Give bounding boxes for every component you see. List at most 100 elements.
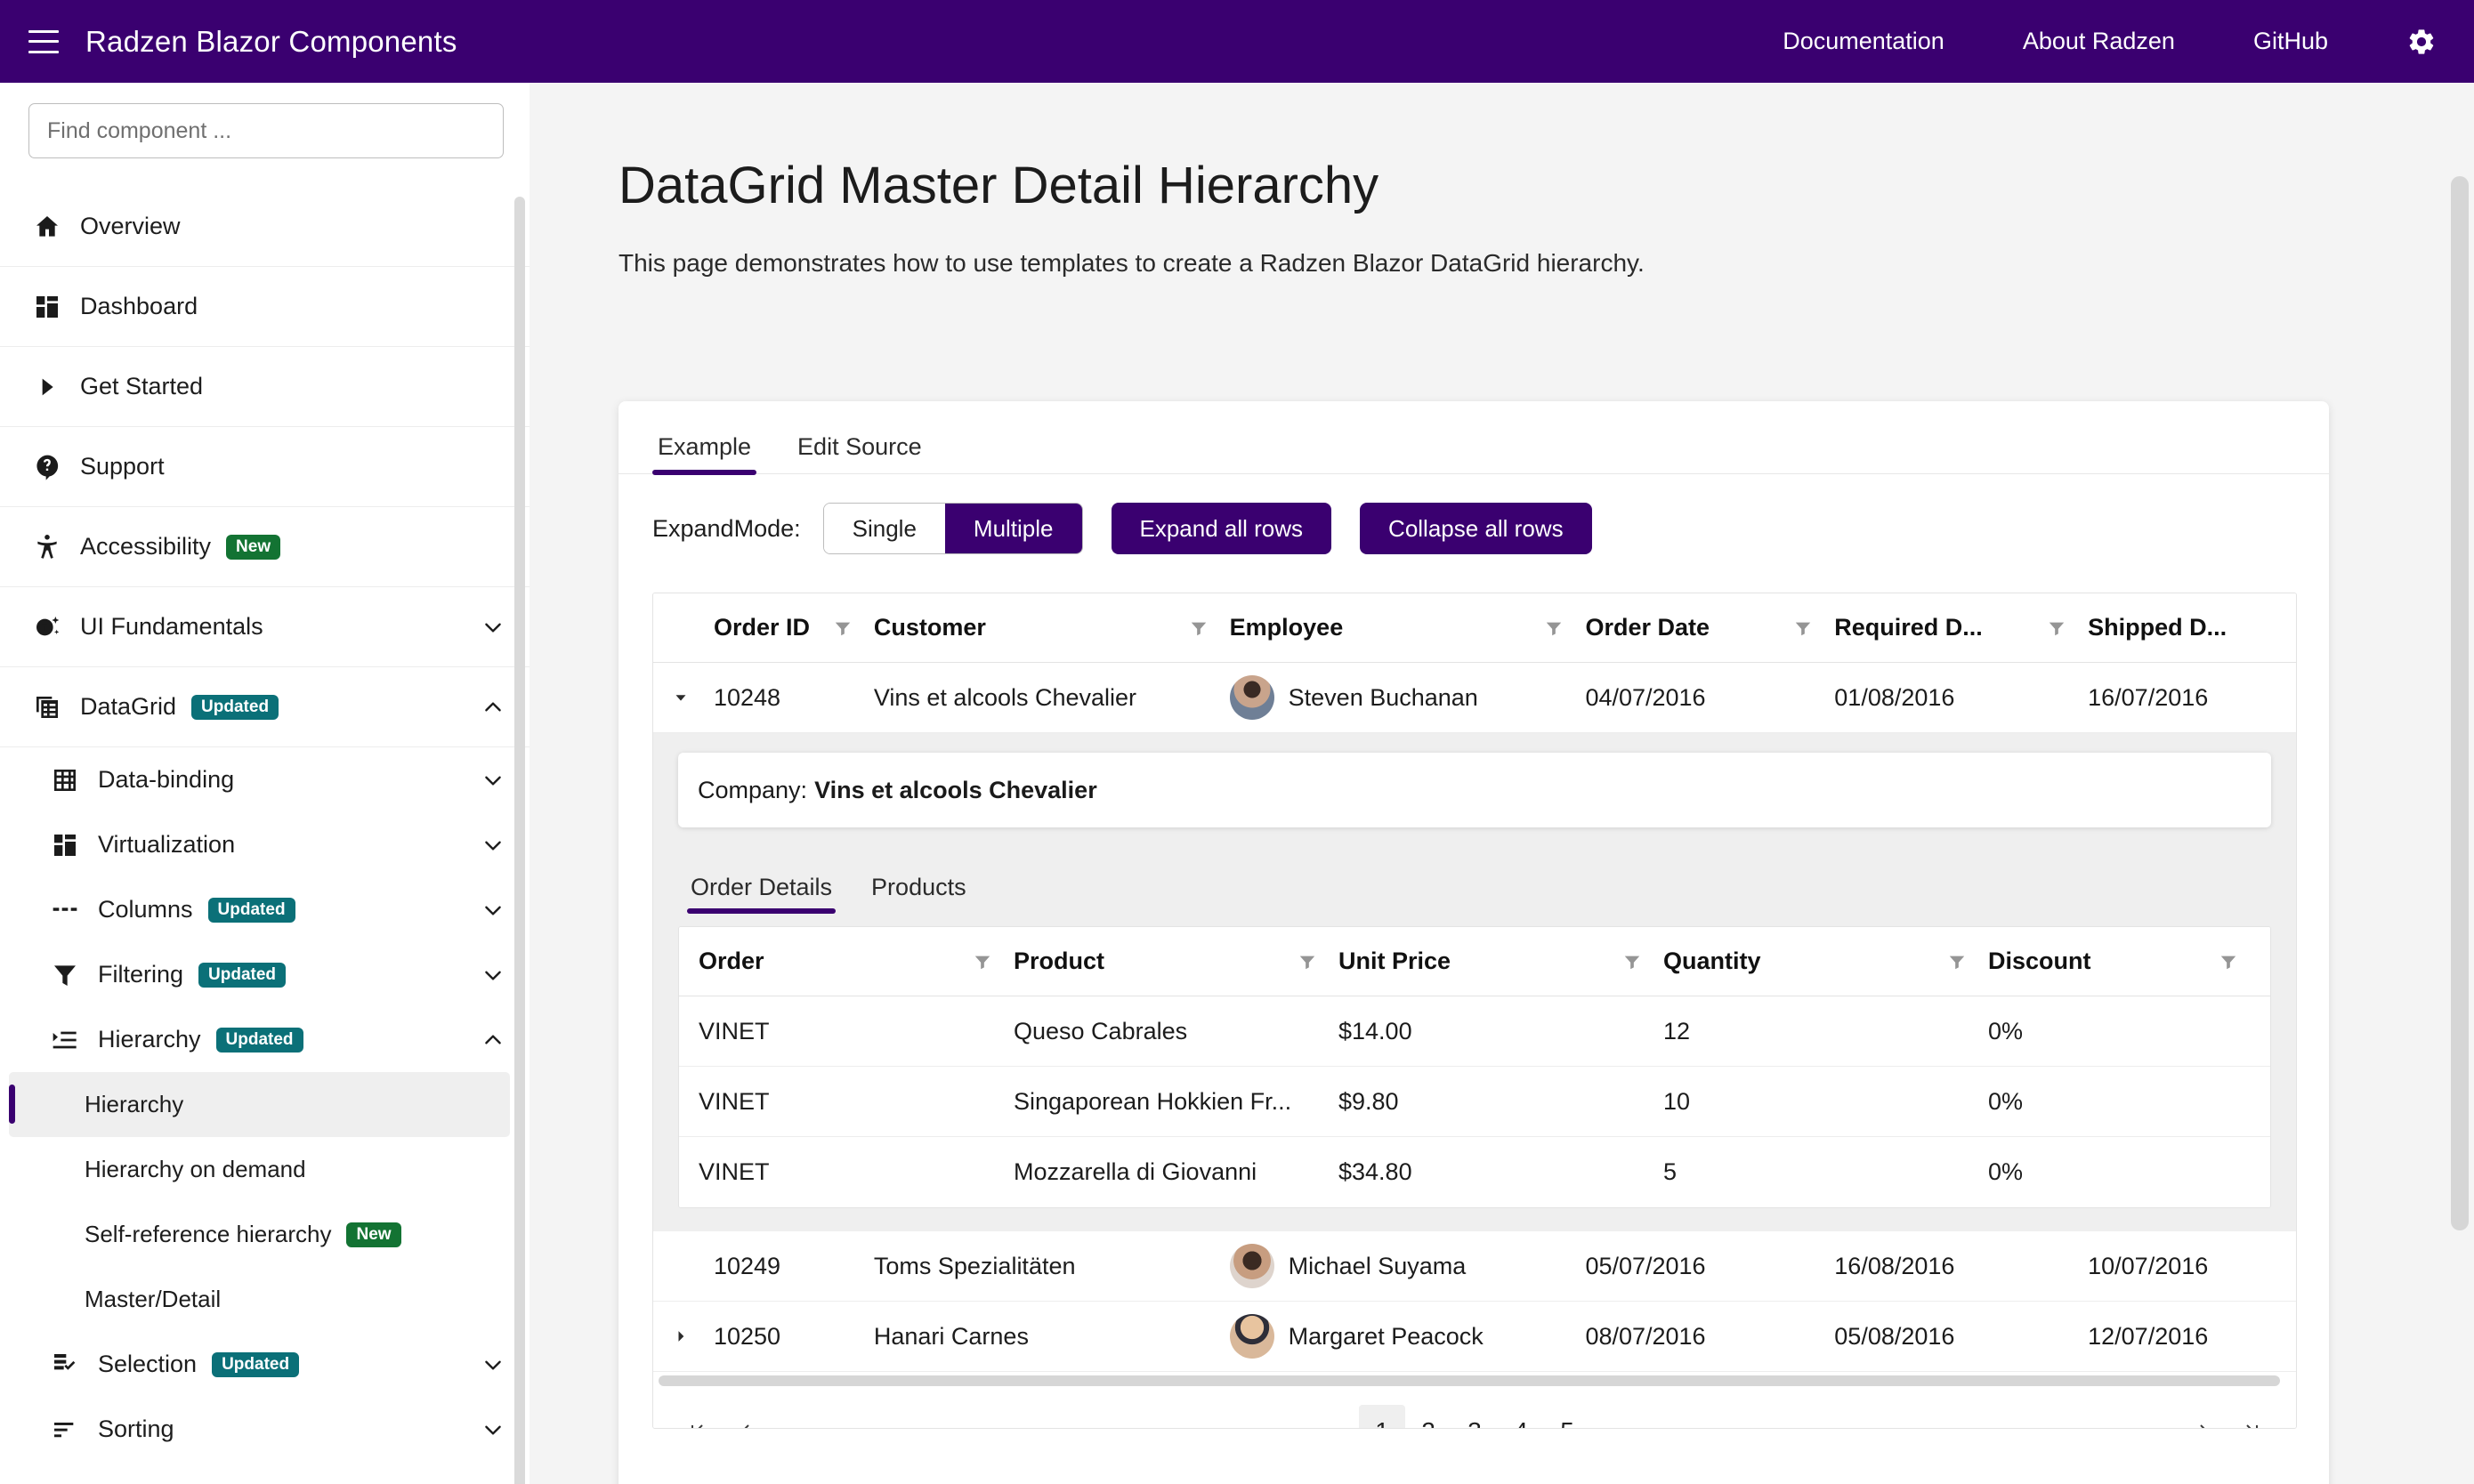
cell-employee: Michael Suyama	[1225, 1231, 1581, 1301]
table-row[interactable]: 10249 Toms Spezialitäten Michael Suyama …	[653, 1231, 2296, 1302]
sidebar-item-sorting[interactable]: Sorting	[0, 1397, 530, 1462]
tab-order-details[interactable]: Order Details	[687, 868, 837, 914]
grid-scroll-thumb[interactable]	[659, 1375, 2280, 1386]
filter-icon[interactable]	[833, 618, 853, 638]
cell-required-date: 01/08/2016	[1834, 683, 1955, 711]
column-header-product[interactable]: Product	[1008, 927, 1333, 996]
sidebar-scrollbar[interactable]	[514, 197, 525, 1484]
employee-name: Margaret Peacock	[1288, 1322, 1484, 1350]
sidebar-item-master-detail[interactable]: Master/Detail	[0, 1267, 530, 1332]
sidebar-item-self-reference-hierarchy[interactable]: Self-reference hierarchy New	[0, 1202, 530, 1267]
cell-order-date: 08/07/2016	[1585, 1322, 1706, 1350]
master-header-row: Order ID Customer Employee Order Date Re…	[653, 593, 2296, 663]
column-header-required-date[interactable]: Required D...	[1829, 593, 2082, 662]
filter-icon[interactable]	[1298, 952, 1317, 972]
row-expand-toggle[interactable]	[653, 688, 708, 707]
sidebar-item-filtering[interactable]: Filtering Updated	[0, 942, 530, 1007]
filter-icon[interactable]	[1793, 618, 1813, 638]
column-header-unit-price[interactable]: Unit Price	[1333, 927, 1658, 996]
chevron-down-icon[interactable]	[481, 834, 505, 857]
table-row[interactable]: VINET Queso Cabrales $14.00 12 0%	[679, 996, 2270, 1067]
column-header-order-date[interactable]: Order Date	[1580, 593, 1829, 662]
sidebar-item-virtualization[interactable]: Virtualization	[0, 812, 530, 877]
sidebar-item-hierarchy[interactable]: Hierarchy	[9, 1072, 510, 1137]
filter-icon[interactable]	[2047, 618, 2066, 638]
cell-order: VINET	[699, 1017, 770, 1044]
chevron-down-icon[interactable]	[481, 769, 505, 792]
hierarchy-icon	[50, 1025, 80, 1055]
cell-order-id: 10248	[713, 683, 781, 711]
sidebar-item-label: Columns	[98, 896, 193, 923]
page-number[interactable]: 1	[1359, 1405, 1405, 1428]
column-header-customer[interactable]: Customer	[869, 593, 1225, 662]
chevron-down-icon[interactable]	[481, 1353, 505, 1376]
column-header-discount[interactable]: Discount	[1983, 927, 2254, 996]
chevron-down-icon[interactable]	[481, 1418, 505, 1441]
column-header-shipped-date[interactable]: Shipped D...	[2082, 593, 2296, 662]
filter-icon[interactable]	[2219, 952, 2238, 972]
sidebar-item-accessibility[interactable]: Accessibility New	[0, 507, 530, 587]
page-number[interactable]: 2	[1405, 1405, 1451, 1428]
sidebar-item-hierarchy[interactable]: Hierarchy Updated	[0, 1007, 530, 1072]
sidebar-item-overview[interactable]: Overview	[0, 187, 530, 267]
filter-icon[interactable]	[1189, 618, 1209, 638]
sidebar-item-get-started[interactable]: Get Started	[0, 347, 530, 427]
search-input[interactable]	[28, 103, 504, 158]
column-header-order[interactable]: Order	[679, 927, 1008, 996]
row-expand-toggle[interactable]	[653, 1327, 708, 1345]
grid-horizontal-scrollbar[interactable]	[653, 1372, 2296, 1390]
sidebar-item-dashboard[interactable]: Dashboard	[0, 267, 530, 347]
status-badge: Updated	[191, 694, 279, 720]
sidebar-item-support[interactable]: Support	[0, 427, 530, 507]
column-header-order-id[interactable]: Order ID	[708, 593, 869, 662]
sidebar-item-datagrid[interactable]: DataGrid Updated	[0, 667, 530, 747]
column-header-employee[interactable]: Employee	[1225, 593, 1581, 662]
cell-product: Mozzarella di Giovanni	[1014, 1158, 1257, 1185]
nav-github[interactable]: GitHub	[2253, 28, 2328, 55]
sidebar-item-ui-fundamentals[interactable]: UI Fundamentals	[0, 587, 530, 667]
sidebar-item-columns[interactable]: Columns Updated	[0, 877, 530, 942]
sidebar-item-label: Hierarchy on demand	[85, 1156, 306, 1182]
chevron-down-icon[interactable]	[481, 899, 505, 922]
nav-documentation[interactable]: Documentation	[1783, 28, 1944, 55]
chevron-up-icon[interactable]	[481, 696, 505, 719]
filter-icon[interactable]	[973, 952, 992, 972]
page-scrollbar[interactable]	[2451, 176, 2469, 1230]
hamburger-icon[interactable]	[28, 29, 59, 53]
filter-icon[interactable]	[1544, 618, 1564, 638]
column-header-quantity[interactable]: Quantity	[1658, 927, 1983, 996]
tab-products[interactable]: Products	[868, 868, 970, 914]
expand-all-button[interactable]: Expand all rows	[1111, 503, 1332, 554]
table-row[interactable]: 10250 Hanari Carnes Margaret Peacock 08/…	[653, 1302, 2296, 1372]
filter-icon[interactable]	[1947, 952, 1967, 972]
chevron-up-icon[interactable]	[481, 1028, 505, 1052]
company-label: Company:	[698, 776, 808, 803]
page-title: DataGrid Master Detail Hierarchy	[618, 157, 1379, 214]
expand-mode-single[interactable]: Single	[823, 504, 945, 553]
table-row[interactable]: VINET Singaporean Hokkien Fr... $9.80 10…	[679, 1067, 2270, 1137]
tab-example[interactable]: Example	[652, 424, 757, 475]
nav-about-radzen[interactable]: About Radzen	[2023, 28, 2175, 55]
sidebar-item-selection[interactable]: Selection Updated	[0, 1332, 530, 1397]
sidebar-item-hierarchy-on-demand[interactable]: Hierarchy on demand	[0, 1137, 530, 1202]
sidebar-item-data-binding[interactable]: Data-binding	[0, 747, 530, 812]
chevron-down-icon[interactable]	[481, 964, 505, 987]
table-row[interactable]: VINET Mozzarella di Giovanni $34.80 5 0%	[679, 1137, 2270, 1207]
sidebar-item-label: Sorting	[98, 1415, 174, 1442]
column-header-label: Order Date	[1585, 614, 1710, 641]
chevron-down-icon[interactable]	[481, 616, 505, 639]
employee-name: Michael Suyama	[1288, 1252, 1467, 1279]
cell-quantity: 5	[1663, 1158, 1678, 1185]
expand-mode-multiple[interactable]: Multiple	[944, 504, 1082, 553]
master-datagrid: Order ID Customer Employee Order Date Re…	[652, 593, 2297, 1429]
tab-edit-source[interactable]: Edit Source	[792, 424, 927, 473]
table-row[interactable]: 10248 Vins et alcools Chevalier Steven B…	[653, 663, 2296, 733]
page-number[interactable]: 3	[1451, 1405, 1498, 1428]
gear-icon[interactable]	[2406, 27, 2437, 57]
collapse-all-button[interactable]: Collapse all rows	[1360, 503, 1592, 554]
page-number[interactable]: 5	[1544, 1405, 1590, 1428]
filter-icon[interactable]	[1622, 952, 1642, 972]
sidebar-item-label: Dashboard	[80, 293, 198, 319]
page-number[interactable]: 4	[1498, 1405, 1544, 1428]
status-badge: Updated	[207, 897, 295, 923]
